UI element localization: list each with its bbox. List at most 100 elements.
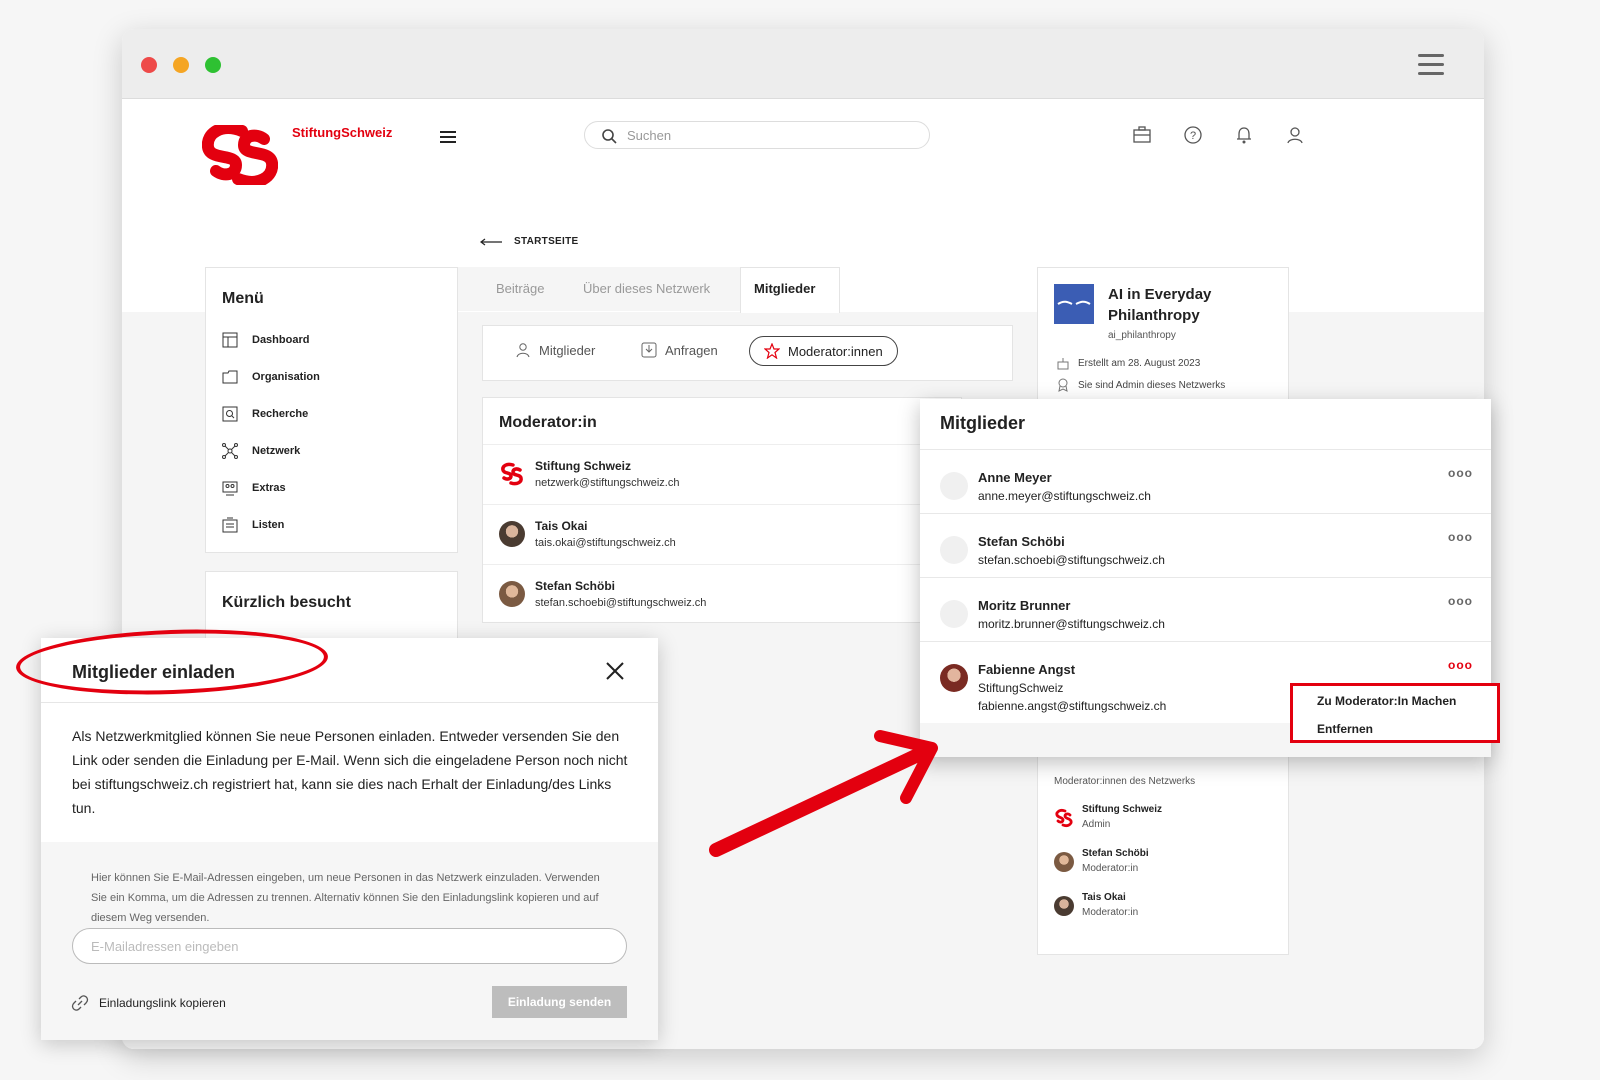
copy-invite-link[interactable]: Einladungslink kopieren [71, 994, 226, 1012]
hamburger-menu-icon[interactable] [440, 131, 456, 146]
member-email: moritz.brunner@stiftungschweiz.ch [978, 617, 1165, 631]
member-name: Stefan Schöbi [978, 534, 1065, 549]
list-item[interactable]: Stefan Schöbi stefan.schoebi@stiftungsch… [483, 564, 961, 624]
brand-logo[interactable] [202, 125, 278, 185]
network-logo [1054, 284, 1094, 324]
link-icon [71, 995, 89, 1011]
moderator-list: Moderator:in Stiftung Schweiz netzwerk@s… [482, 397, 962, 623]
moderator-name: Stefan Schöbi [1082, 848, 1149, 859]
more-options-icon[interactable]: ooo [1448, 466, 1473, 480]
cake-icon [1057, 358, 1069, 370]
member-name: Fabienne Angst [978, 662, 1076, 677]
menu-title: Menü [222, 290, 264, 307]
search-input[interactable] [627, 126, 907, 144]
brand-logo-avatar [1055, 808, 1073, 828]
extras-icon [222, 481, 238, 496]
list-item[interactable]: Tais Okai tais.okai@stiftungschweiz.ch [483, 504, 961, 564]
moderator-name: Stiftung Schweiz [1082, 804, 1162, 815]
avatar-placeholder [940, 600, 968, 628]
filter-anfragen[interactable]: Anfragen [641, 342, 718, 358]
member-name: Moritz Brunner [978, 598, 1071, 613]
filter-label: Moderator:innen [788, 343, 883, 359]
menu-item-label: Recherche [252, 408, 309, 420]
member-email: stefan.schoebi@stiftungschweiz.ch [978, 553, 1165, 567]
email-addresses-input[interactable] [72, 928, 627, 964]
menu-item-listen[interactable]: Listen [222, 517, 284, 533]
member-filter-bar: Mitglieder Anfragen Moderator:innen [482, 325, 1013, 381]
maximize-window-button[interactable] [205, 57, 221, 73]
list-item[interactable]: Stiftung Schweiz netzwerk@stiftungschwei… [483, 444, 961, 504]
minimize-window-button[interactable] [173, 57, 189, 73]
menu-item-dashboard[interactable]: Dashboard [222, 332, 309, 348]
top-actions: ? [1132, 125, 1305, 145]
network-created-text: Erstellt am 28. August 2023 [1078, 357, 1201, 369]
help-icon[interactable]: ? [1183, 125, 1203, 145]
member-email: anne.meyer@stiftungschweiz.ch [978, 489, 1151, 503]
moderator-name: Tais Okai [535, 519, 588, 533]
folder-icon [222, 370, 238, 384]
members-panel-title: Mitglieder [940, 413, 1026, 433]
brand-name[interactable]: StiftungSchweiz [292, 125, 392, 140]
send-invitation-button[interactable]: Einladung senden [492, 986, 627, 1018]
member-name: Anne Meyer [978, 470, 1052, 485]
moderator-list-title: Moderator:in [499, 414, 597, 431]
inbox-icon [641, 342, 657, 358]
moderator-name: Stefan Schöbi [535, 579, 616, 593]
menu-item-extras[interactable]: Extras [222, 480, 286, 496]
modal-divider [41, 702, 658, 703]
table-row[interactable]: Stefan Schöbi stefan.schoebi@stiftungsch… [920, 513, 1491, 577]
menu-item-label: Extras [252, 482, 286, 494]
member-email: fabienne.angst@stiftungschweiz.ch [978, 699, 1167, 713]
back-link-label: STARTSEITE [514, 236, 579, 247]
bell-icon[interactable] [1234, 125, 1254, 145]
network-icon [222, 443, 238, 459]
filter-moderatoren[interactable]: Moderator:innen [749, 336, 898, 366]
tab-mitglieder[interactable]: Mitglieder [754, 281, 815, 296]
network-handle: ai_philanthropy [1108, 330, 1176, 341]
user-icon [516, 343, 530, 358]
badge-icon [1058, 378, 1068, 392]
network-moderator-item[interactable]: Stiftung Schweiz Admin [1054, 804, 1162, 830]
menu-item-netzwerk[interactable]: Netzwerk [222, 443, 300, 459]
more-options-icon[interactable]: ooo [1448, 530, 1473, 544]
remove-member-option[interactable]: Entfernen [1317, 722, 1373, 736]
search-icon [222, 406, 238, 422]
avatar [499, 581, 525, 607]
filter-mitglieder[interactable]: Mitglieder [515, 342, 595, 358]
user-icon[interactable] [1285, 125, 1305, 145]
moderator-email: netzwerk@stiftungschweiz.ch [535, 477, 680, 489]
invite-form-area: Hier können Sie E-Mail-Adressen eingeben… [41, 842, 658, 1040]
filter-label: Mitglieder [539, 342, 596, 358]
search-icon [602, 129, 617, 144]
make-moderator-option[interactable]: Zu Moderator:In Machen [1317, 694, 1456, 708]
more-options-icon[interactable]: ooo [1448, 658, 1473, 672]
avatar [1054, 896, 1074, 916]
menu-item-label: Organisation [252, 371, 320, 383]
more-options-icon[interactable]: ooo [1448, 594, 1473, 608]
close-icon[interactable] [604, 660, 626, 682]
close-window-button[interactable] [141, 57, 157, 73]
menu-item-organisation[interactable]: Organisation [222, 369, 320, 385]
network-tabs: Beiträge Über dieses Netzwerk Mitglieder [458, 267, 840, 313]
table-row[interactable]: Anne Meyer anne.meyer@stiftungschweiz.ch… [920, 449, 1491, 513]
tab-ueber-netzwerk[interactable]: Über dieses Netzwerk [583, 281, 710, 296]
back-link[interactable]: STARTSEITE [480, 236, 578, 247]
invite-hint: Hier können Sie E-Mail-Adressen eingeben… [91, 872, 600, 924]
network-moderator-item[interactable]: Stefan Schöbi Moderator:in [1054, 848, 1149, 874]
window-menu-icon[interactable] [1418, 54, 1444, 76]
network-title: AI in Everyday Philanthropy [1108, 286, 1212, 324]
moderator-name: Stiftung Schweiz [535, 459, 631, 473]
menu-item-label: Netzwerk [252, 445, 301, 457]
table-row[interactable]: Moritz Brunner moritz.brunner@stiftungsc… [920, 577, 1491, 641]
moderator-name: Tais Okai [1082, 892, 1126, 903]
tab-beitraege[interactable]: Beiträge [496, 281, 544, 296]
list-icon [222, 517, 238, 533]
invite-members-modal: Mitglieder einladen Als Netzwerkmitglied… [41, 638, 658, 1040]
briefcase-icon[interactable] [1132, 125, 1152, 145]
dashboard-icon [222, 332, 238, 348]
search-bar[interactable] [584, 121, 930, 149]
network-moderator-item[interactable]: Tais Okai Moderator:in [1054, 892, 1138, 918]
moderator-role: Admin [1082, 819, 1111, 830]
window-titlebar [122, 29, 1484, 99]
menu-item-recherche[interactable]: Recherche [222, 406, 308, 422]
